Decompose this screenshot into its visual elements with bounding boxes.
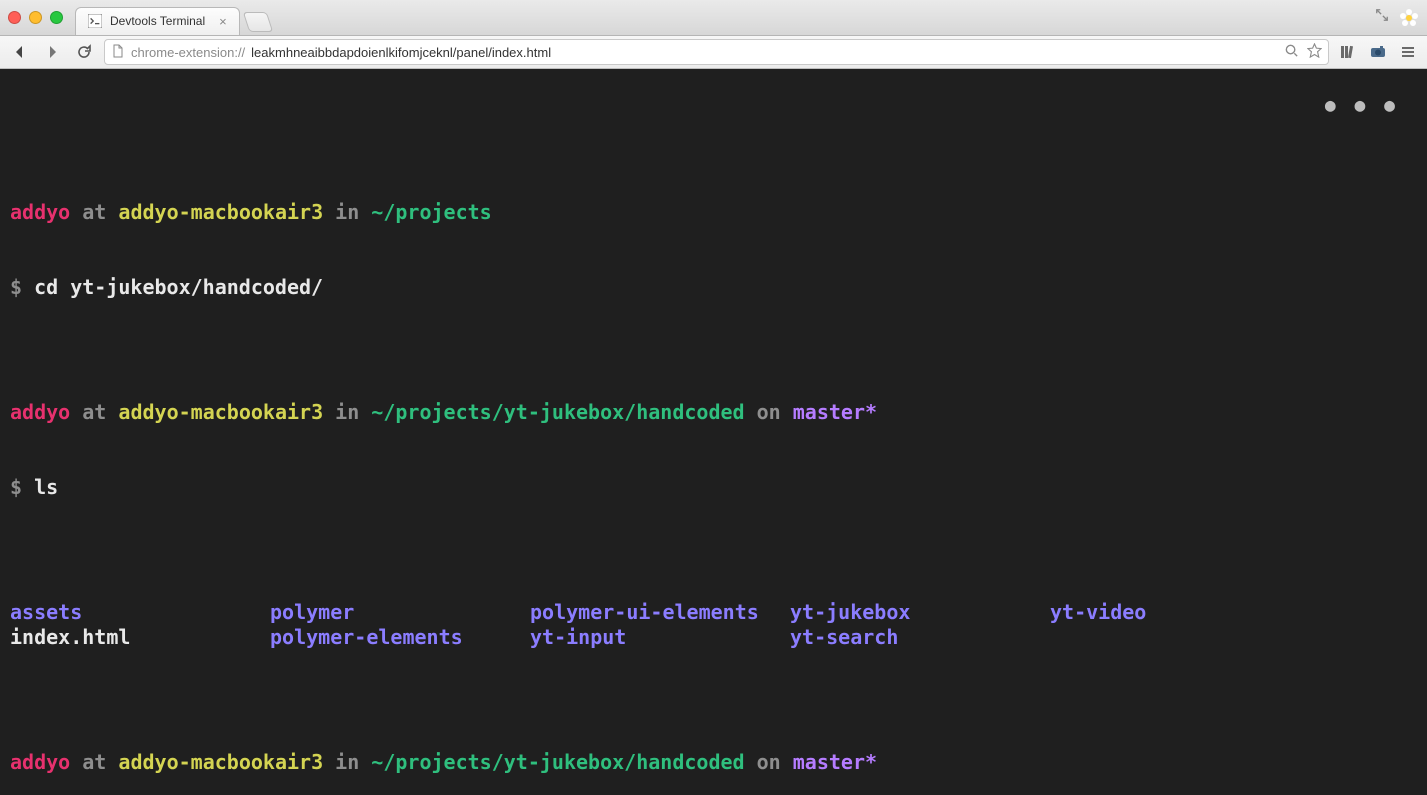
back-button[interactable] <box>8 40 32 64</box>
prompt-line: addyo at addyo-macbookair3 in ~/projects… <box>10 750 1417 775</box>
browser-tab[interactable]: Devtools Terminal × <box>75 7 240 35</box>
star-icon[interactable] <box>1307 43 1322 61</box>
terminal-favicon-icon <box>88 14 102 28</box>
terminal-pane[interactable]: ● ● ● addyo at addyo-macbookair3 in ~/pr… <box>0 69 1427 795</box>
terminal-menu-icon[interactable]: ● ● ● <box>1325 93 1399 118</box>
tab-close-button[interactable]: × <box>219 14 227 29</box>
prompt-line: addyo at addyo-macbookair3 in ~/projects… <box>10 400 1417 425</box>
chrome-menu-button[interactable] <box>1397 41 1419 63</box>
expand-icon[interactable] <box>1375 8 1389 27</box>
extension-camera-icon[interactable] <box>1367 41 1389 63</box>
command-line: $ ls <box>10 475 1417 500</box>
zoom-window-button[interactable] <box>50 11 63 24</box>
traffic-lights <box>8 11 63 24</box>
forward-button[interactable] <box>40 40 64 64</box>
ls-output: assetspolymerpolymer-ui-elementsyt-jukeb… <box>10 600 1417 650</box>
new-tab-button[interactable] <box>243 12 273 32</box>
search-icon[interactable] <box>1284 43 1299 61</box>
browser-toolbar: chrome-extension:// leakmhneaibbdapdoienl… <box>0 36 1427 69</box>
minimize-window-button[interactable] <box>29 11 42 24</box>
window-titlebar: Devtools Terminal × <box>0 0 1427 36</box>
prompt-line: addyo at addyo-macbookair3 in ~/projects <box>10 200 1417 225</box>
page-icon <box>111 44 125 61</box>
extension-books-icon[interactable] <box>1337 41 1359 63</box>
url-scheme: chrome-extension:// <box>131 45 245 60</box>
address-bar[interactable]: chrome-extension:// leakmhneaibbdapdoienl… <box>104 39 1329 65</box>
url-path: leakmhneaibbdapdoienlkifomjceknl/panel/i… <box>251 45 551 60</box>
close-window-button[interactable] <box>8 11 21 24</box>
command-line: $ cd yt-jukebox/handcoded/ <box>10 275 1417 300</box>
tab-title: Devtools Terminal <box>110 14 205 28</box>
reload-button[interactable] <box>72 40 96 64</box>
flower-icon <box>1399 8 1419 28</box>
